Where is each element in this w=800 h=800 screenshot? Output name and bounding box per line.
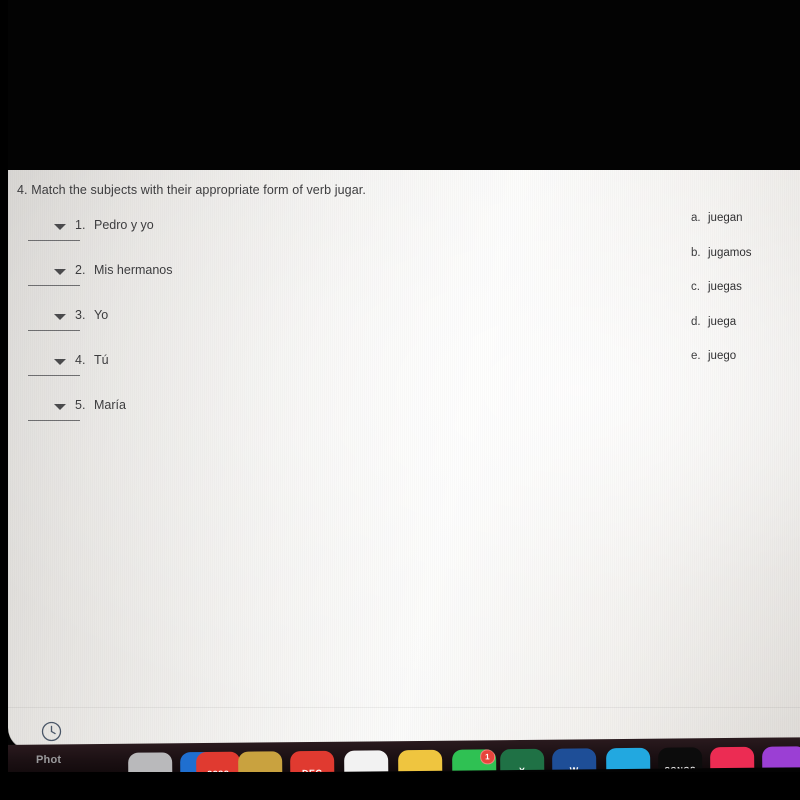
answer-blank-rule (28, 375, 80, 376)
item-label: Mis hermanos (94, 263, 173, 277)
option-text: juega (708, 315, 737, 328)
dock-tooltip-label: Phot (36, 754, 62, 766)
answer-blank-rule (28, 240, 80, 241)
answer-dropdown-2[interactable] (28, 265, 80, 287)
answer-blank-rule (28, 420, 80, 421)
answer-blank-rule (28, 330, 80, 331)
item-number: 3. (75, 308, 86, 322)
worksheet-content: 4. Match the subjects with their appropr… (8, 170, 800, 750)
answer-dropdown-4[interactable] (28, 355, 80, 377)
chevron-down-icon (54, 404, 66, 410)
answer-dropdown-5[interactable] (28, 400, 80, 422)
option-text: juego (708, 350, 737, 362)
item-label: Pedro y yo (94, 218, 154, 232)
chevron-down-icon (54, 224, 66, 230)
option-letter: b. (691, 246, 701, 259)
answer-blank-rule (28, 285, 80, 286)
option-letter: d. (691, 315, 701, 328)
chevron-down-icon (54, 314, 66, 320)
clock-icon[interactable] (41, 721, 62, 742)
answer-dropdown-1[interactable] (28, 220, 80, 242)
laptop-screen-photo: 4. Match the subjects with their appropr… (0, 0, 800, 800)
screen-surface: 4. Match the subjects with their appropr… (8, 170, 800, 750)
answer-dropdown-3[interactable] (28, 310, 80, 332)
option-text: jugamos (708, 246, 752, 259)
chevron-down-icon (54, 269, 66, 275)
option-letter: a. (691, 212, 701, 224)
item-number: 5. (75, 398, 86, 412)
item-number: 1. (75, 218, 86, 232)
chevron-down-icon (54, 359, 66, 365)
left-dark-strip (0, 0, 8, 800)
item-label: Yo (94, 308, 109, 322)
option-letter: e. (691, 350, 701, 362)
question-text: 4. Match the subjects with their appropr… (17, 183, 366, 197)
item-label: Tú (94, 353, 109, 367)
bottom-dark-band (0, 772, 800, 800)
option-letter: c. (691, 281, 700, 293)
dock-badge: 1 (480, 749, 496, 765)
option-text: juegan (708, 212, 743, 224)
item-number: 2. (75, 263, 86, 277)
item-number: 4. (75, 353, 86, 367)
option-text: juegas (708, 281, 742, 293)
item-label: María (94, 398, 126, 412)
